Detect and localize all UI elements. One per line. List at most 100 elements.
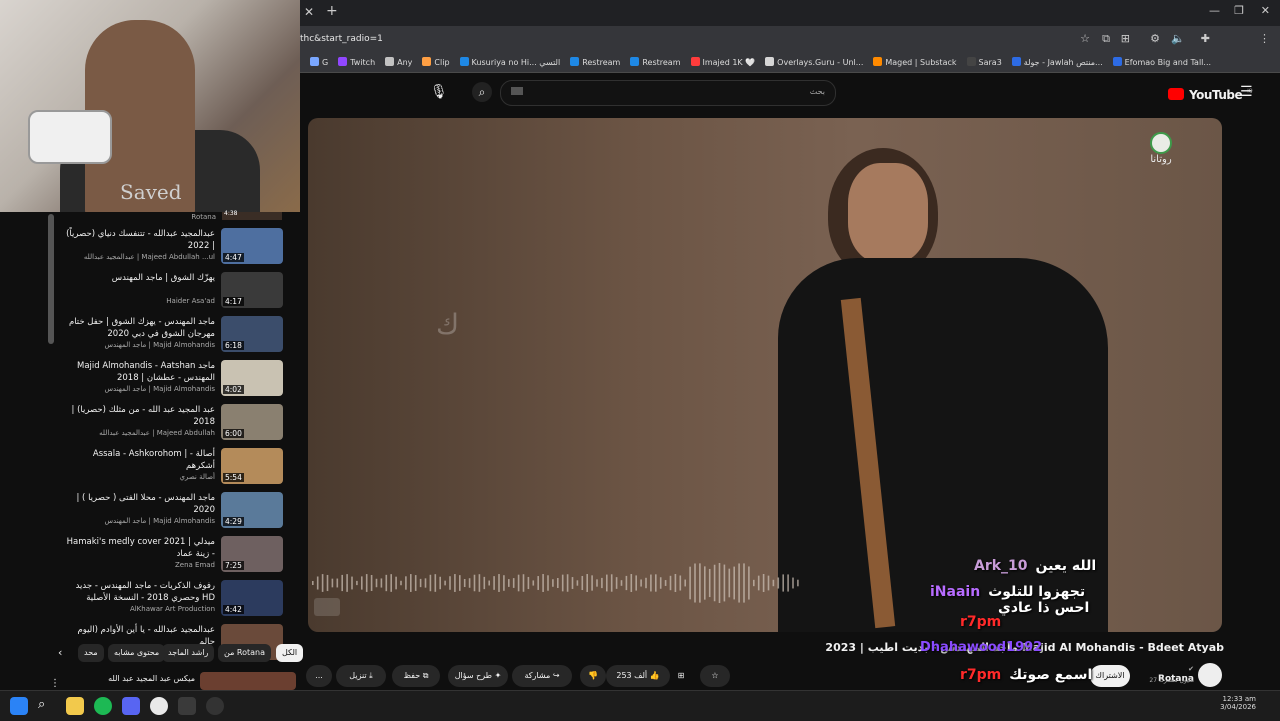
mix-thumbnail[interactable]	[200, 672, 296, 690]
rotana-logo-text: روتانا	[1150, 154, 1172, 165]
filter-chip[interactable]: محد	[78, 644, 104, 662]
bookmark-item[interactable]: Restream	[630, 54, 681, 72]
mic-icon[interactable]: 🎙	[430, 84, 448, 100]
audio-waveform	[312, 563, 799, 603]
scrollbar[interactable]	[48, 214, 54, 344]
puzzle-icon[interactable]: ✚	[1201, 32, 1210, 45]
waveform-bar	[316, 576, 319, 590]
more-actions-button[interactable]: ...	[306, 665, 332, 687]
search-taskbar-icon[interactable]: ⌕	[38, 697, 56, 715]
spotify-icon[interactable]	[94, 697, 112, 715]
bookmark-item[interactable]: Clip	[422, 54, 450, 72]
new-tab-icon[interactable]: +	[326, 3, 338, 19]
thumbnail[interactable]: 4:38	[222, 210, 282, 220]
chat-text: الله يعين	[1035, 558, 1097, 574]
dislike-button[interactable]: 👎	[580, 665, 606, 687]
video-player[interactable]: روتانا ك	[308, 118, 1222, 632]
chrome-icon[interactable]	[150, 697, 168, 715]
url-field[interactable]: thc&start_radio=1	[300, 34, 383, 44]
window-close-icon[interactable]: ✕	[1261, 4, 1270, 17]
bookmark-item[interactable]: G	[310, 54, 328, 72]
list-item[interactable]: ماجد المهندس - يهزك الشوق | حفل ختام مهر…	[60, 316, 285, 358]
ask-button[interactable]: طرح سؤال ✦	[448, 665, 508, 687]
bookmark-item[interactable]: Overlays.Guru - Unl...	[765, 54, 863, 72]
bookmark-star-icon[interactable]: ☆	[1080, 32, 1090, 45]
list-item[interactable]: Hamaki's medly cover 2021 | ميدلي - زينة…	[60, 536, 285, 578]
filter-chip[interactable]: راشد الماجد	[162, 644, 215, 662]
filter-chip[interactable]: من Rotana	[218, 644, 272, 662]
thumbnail[interactable]: 4:42	[221, 580, 283, 616]
list-item[interactable]: Assala - Ashkorohom | أصالة - أشكرهم أصال…	[60, 448, 285, 490]
extension-icon[interactable]: ⚙	[1150, 32, 1160, 45]
waveform-bar	[674, 574, 677, 592]
channel-avatar[interactable]	[1198, 663, 1222, 687]
bookmark-label: Efomao Big and Tall...	[1124, 58, 1212, 67]
bookmark-item[interactable]: Sara3	[966, 54, 1002, 72]
video-duration: 4:29	[223, 517, 244, 526]
list-item[interactable]: Majid Almohandis - Aatshan ماجد المهندس …	[60, 360, 285, 402]
download-button[interactable]: تنزيل ⤓	[336, 665, 386, 687]
thumbnail[interactable]: 4:47	[221, 228, 283, 264]
list-item[interactable]: عبد المجيد عبد الله - من مثلك (حصريا) | …	[60, 404, 285, 446]
thumbnail[interactable]: 4:29	[221, 492, 283, 528]
menu-dots-icon[interactable]: ⋮	[1259, 32, 1270, 45]
save-button[interactable]: حفظ ⧉	[392, 665, 440, 687]
close-tab-icon[interactable]: ✕	[304, 5, 314, 19]
list-item[interactable]: ماجد المهندس - محلا الفتى ( حصريا ) | 20…	[60, 492, 285, 534]
open-in-app-icon[interactable]: ⧉	[1102, 32, 1110, 46]
windows-start-icon[interactable]	[10, 697, 28, 715]
subscribe-button[interactable]: الاشتراك	[1090, 665, 1130, 687]
hamburger-menu-icon[interactable]: ☰	[1240, 84, 1253, 100]
chat-text: اسمع صوتك	[1009, 667, 1093, 683]
waveform-bar	[468, 578, 471, 588]
list-item[interactable]: يهزّك الشوق | ماجد المهندس Haider Asa'ad 4…	[60, 272, 285, 314]
audio-icon[interactable]: 🔈	[1171, 32, 1185, 45]
thumbnail[interactable]: 5:54	[221, 448, 283, 484]
clock-date: 3/04/2026	[1220, 703, 1256, 711]
thumbnail[interactable]: 6:00	[221, 404, 283, 440]
thumbnail[interactable]: 6:18	[221, 316, 283, 352]
more-dots-icon[interactable]: ⋮	[50, 678, 60, 689]
star-button[interactable]: ☆	[700, 665, 730, 687]
waveform-bar	[630, 574, 633, 592]
discord-icon[interactable]	[122, 697, 140, 715]
search-icon[interactable]: ⌕	[472, 82, 492, 102]
chevron-left-icon[interactable]: ‹	[58, 646, 62, 659]
bookmark-item[interactable]: Maged | Substack	[873, 54, 957, 72]
bookmark-item[interactable]: Imajed 1K 🤍	[690, 54, 755, 72]
bookmark-item[interactable]: Restream	[570, 54, 620, 72]
like-button[interactable]: 253 ألف 👍	[606, 665, 670, 687]
thumbnail[interactable]: 4:17	[221, 272, 283, 308]
bookmark-item[interactable]: Twitch	[338, 54, 375, 72]
keyboard-icon[interactable]	[511, 87, 523, 95]
youtube-play-icon	[1168, 88, 1184, 100]
mix-title[interactable]: ميكس عبد المجيد عبد الله	[95, 674, 195, 683]
filter-chip[interactable]: الكل	[276, 644, 304, 662]
waveform-bar	[410, 574, 412, 592]
translate-icon[interactable]: ⊞	[1121, 32, 1130, 45]
bookmark-label: Sara3	[978, 58, 1002, 67]
share-button[interactable]: مشاركة ↪	[512, 665, 572, 687]
bookmark-item[interactable]: جولة - Jawlah منتص...	[1011, 54, 1103, 72]
bookmark-favicon	[630, 57, 640, 66]
thumbnail[interactable]: 4:02	[221, 360, 283, 396]
file-explorer-icon[interactable]	[66, 697, 84, 715]
waveform-bar	[459, 575, 461, 591]
bookmark-item[interactable]: Any	[385, 54, 412, 72]
thumbnail[interactable]: 7:25	[221, 536, 283, 572]
obs-icon[interactable]	[206, 697, 224, 715]
search-input[interactable]: بحث	[500, 80, 836, 106]
filter-chip[interactable]: محتوى مشابه	[108, 644, 166, 662]
clip-icon[interactable]: ⊞	[670, 665, 692, 687]
list-item[interactable]: عبدالمجيد عبدالله - تتنفسك دنياي (حصرياً…	[60, 228, 285, 270]
minimize-icon[interactable]: —	[1209, 4, 1220, 17]
chat-message: iNaain تجهزوا للتلوث	[930, 584, 1085, 600]
github-icon[interactable]	[178, 697, 196, 715]
waveform-bar	[655, 574, 657, 592]
waveform-bar	[356, 580, 358, 586]
bookmark-item[interactable]: Efomao Big and Tall...	[1112, 54, 1212, 72]
video-duration: 6:18	[223, 341, 244, 350]
bookmark-item[interactable]: Kusuriya no Hi... التسي	[459, 54, 560, 72]
list-item[interactable]: رفوف الذكريات - ماجد المهندس - جديد وحصر…	[60, 580, 285, 622]
maximize-icon[interactable]: ❐	[1234, 4, 1244, 17]
